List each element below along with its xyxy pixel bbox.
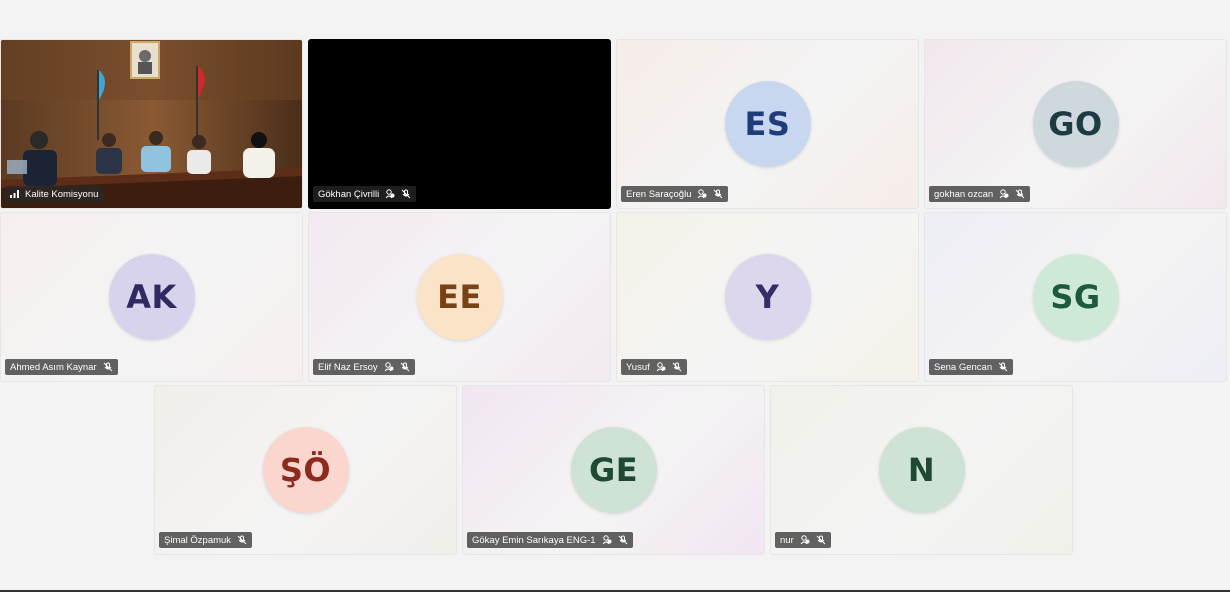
avatar-initials: SG — [1050, 278, 1101, 316]
mic-off-icon — [1015, 189, 1025, 199]
mic-off-icon — [103, 362, 112, 372]
mic-off-icon — [714, 189, 723, 199]
pin-icon — [384, 362, 394, 372]
participant-name-tag: Kalite Komisyonu — [5, 186, 104, 202]
participant-name-tag: nur — [775, 532, 831, 548]
participant-name: Gökay Emin Sarıkaya ENG-1 — [472, 534, 596, 546]
pin-icon — [999, 189, 1009, 199]
avatar: GO — [1032, 81, 1119, 167]
participant-name: Ahmed Asım Kaynar — [10, 361, 97, 373]
participant-name: gokhan ozcan — [934, 188, 994, 200]
participant-tile[interactable]: Y Yusuf — [616, 212, 919, 382]
participant-name: nur — [780, 534, 794, 546]
signal-bars-icon — [10, 190, 19, 198]
participant-name-tag: Ahmed Asım Kaynar — [5, 359, 118, 375]
avatar: Y — [724, 254, 811, 340]
participant-name: Şimal Özpamuk — [164, 534, 232, 546]
participant-tile[interactable]: AK Ahmed Asım Kaynar — [0, 212, 303, 382]
participant-tile[interactable]: Gökhan Çivrilli — [308, 39, 611, 209]
participant-name-tag: Şimal Özpamuk — [159, 532, 253, 548]
avatar: ŞÖ — [262, 427, 349, 513]
avatar: GE — [570, 427, 657, 513]
avatar: N — [878, 427, 965, 513]
participant-tile[interactable]: N nur — [770, 385, 1073, 555]
avatar-initials: EE — [437, 278, 482, 316]
avatar-initials: ŞÖ — [279, 451, 332, 489]
participant-name: Sena Gencan — [934, 361, 993, 373]
avatar: EE — [416, 254, 503, 340]
participant-name-tag: Elif Naz Ersoy — [313, 359, 415, 375]
mic-off-icon — [237, 535, 247, 545]
avatar: AK — [108, 254, 195, 340]
mic-off-icon — [816, 535, 826, 545]
mic-off-icon — [998, 362, 1008, 372]
participant-tile[interactable]: ES Eren Saraçoğlu — [616, 39, 919, 209]
participant-tile[interactable]: SG Sena Gencan — [924, 212, 1227, 382]
pin-icon — [800, 535, 810, 545]
participant-name: Kalite Komisyonu — [25, 188, 99, 200]
pin-icon — [602, 535, 612, 545]
avatar: SG — [1032, 254, 1119, 340]
pin-icon — [698, 189, 707, 199]
avatar-initials: Y — [755, 278, 780, 316]
participant-video — [1, 40, 302, 208]
avatar-initials: AK — [126, 278, 177, 316]
participant-name-tag: Sena Gencan — [929, 359, 1014, 375]
avatar-initials: GE — [588, 451, 639, 489]
video-call-gallery: Kalite Komisyonu Gökhan Çivrilli ES Eren… — [0, 0, 1230, 592]
mic-off-icon — [401, 189, 411, 199]
avatar: ES — [724, 81, 811, 167]
avatar-initials: GO — [1048, 105, 1103, 143]
participant-tile[interactable]: EE Elif Naz Ersoy — [308, 212, 611, 382]
participant-name: Gökhan Çivrilli — [318, 188, 380, 200]
participant-name-tag: gokhan ozcan — [929, 186, 1031, 202]
pin-icon — [385, 189, 395, 199]
mic-off-icon — [618, 535, 627, 545]
participant-tile[interactable]: GE Gökay Emin Sarıkaya ENG-1 — [462, 385, 765, 555]
mic-off-icon — [400, 362, 410, 372]
pin-icon — [656, 362, 666, 372]
participant-tile[interactable]: Kalite Komisyonu — [0, 39, 303, 209]
participant-name: Yusuf — [626, 361, 650, 373]
avatar-initials: ES — [744, 105, 791, 143]
participant-tile[interactable]: ŞÖ Şimal Özpamuk — [154, 385, 457, 555]
participant-name-tag: Gökay Emin Sarıkaya ENG-1 — [467, 532, 633, 548]
mic-off-icon — [672, 362, 682, 372]
participant-name-tag: Eren Saraçoğlu — [621, 186, 729, 202]
participant-name: Elif Naz Ersoy — [318, 361, 378, 373]
participant-name: Eren Saraçoğlu — [626, 188, 692, 200]
avatar-initials: N — [907, 451, 936, 489]
participant-name-tag: Gökhan Çivrilli — [313, 186, 417, 202]
participant-name-tag: Yusuf — [621, 359, 687, 375]
participant-tile[interactable]: GO gokhan ozcan — [924, 39, 1227, 209]
